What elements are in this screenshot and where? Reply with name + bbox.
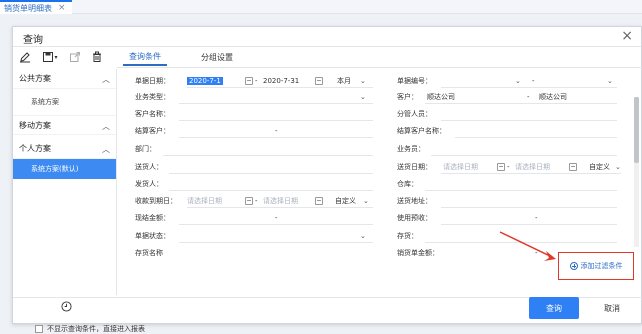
filter-row-delivery-date: 送货日期： 请选择日期 - 请选择日期 自定义 ⌄: [397, 159, 623, 175]
filter-row-manager: 分管人员：: [397, 106, 623, 122]
close-icon[interactable]: ×: [621, 28, 633, 44]
add-filter-label: 添加过滤条件: [580, 262, 623, 270]
chevron-down-icon[interactable]: ⌄: [607, 77, 613, 85]
date-from-input[interactable]: 2020-7-1: [187, 77, 223, 85]
dialog-title: 查询: [23, 35, 43, 46]
plus-circle-icon: [569, 262, 578, 270]
scheme-toolbar: ▾: [17, 49, 105, 65]
save-icon[interactable]: ▾: [39, 49, 61, 65]
filter-row-inventory: 存货：: [397, 228, 623, 244]
filter-row-warehouse: 仓库：: [397, 176, 623, 192]
calendar-icon[interactable]: [569, 163, 577, 171]
filter-row-shipper: 发货人：: [135, 176, 375, 192]
tab-sales-detail[interactable]: 销货单明细表 ×: [0, 0, 72, 14]
sidebar-group-public[interactable]: 公共方案 ︿: [13, 69, 116, 89]
filter-row-deliverer: 送货人：: [135, 159, 375, 175]
edit-icon[interactable]: [17, 49, 33, 65]
add-filter-condition-button[interactable]: 添加过滤条件: [558, 252, 634, 280]
filter-row-salesperson: 业务员：: [397, 141, 623, 157]
period-select[interactable]: 本月: [337, 76, 351, 86]
query-dialog: 查询 × ▾ 公共方案 ︿ 系统方案 移动方案 ︿ 个人方案 ︿ 系统方案(默认…: [12, 26, 642, 333]
sidebar-item-system-scheme-default[interactable]: 系统方案(默认): [13, 159, 116, 179]
filter-row-settle-customer: 结算客户： -: [135, 123, 375, 139]
chevron-up-icon[interactable]: ︿: [102, 121, 110, 132]
calendar-icon[interactable]: [497, 163, 505, 171]
chevron-down-icon[interactable]: ⌄: [515, 77, 521, 85]
query-button[interactable]: 查询: [529, 297, 579, 319]
customer-to-input[interactable]: 顺达公司: [539, 92, 567, 102]
form-scrollbar[interactable]: [634, 97, 639, 247]
chevron-down-icon[interactable]: ⌄: [360, 232, 366, 240]
tab-query-conditions[interactable]: 查询条件: [123, 49, 167, 66]
sidebar-group-personal[interactable]: 个人方案 ︿: [13, 139, 116, 159]
filter-row-cash-amount: 现结金额： -: [135, 210, 375, 226]
sidebar-item-system-scheme[interactable]: 系统方案: [13, 89, 116, 115]
date-to-input[interactable]: 请选择日期: [515, 162, 550, 172]
chevron-down-icon[interactable]: ⌄: [363, 197, 369, 205]
skip-conditions-checkbox[interactable]: 不显示查询条件，直接进入报表: [35, 324, 145, 334]
date-to-input[interactable]: 请选择日期: [263, 196, 298, 206]
condition-tabs: 查询条件 分组设置: [123, 49, 239, 66]
chevron-down-icon[interactable]: ⌄: [615, 163, 621, 171]
sidebar-group-mobile[interactable]: 移动方案 ︿: [13, 115, 116, 135]
filter-row-customer-name: 客户名称：: [135, 106, 375, 122]
filter-row-inventory-name: 存货名称: [135, 249, 163, 257]
tab-group-settings[interactable]: 分组设置: [195, 50, 239, 65]
date-to-input[interactable]: 2020-7-31: [263, 77, 299, 85]
calendar-icon[interactable]: [245, 197, 253, 205]
chevron-up-icon[interactable]: ︿: [102, 144, 110, 155]
filter-row-document-number: 单据编号： ⌄ - ⌄: [397, 73, 623, 89]
date-from-input[interactable]: 请选择日期: [187, 196, 222, 206]
calendar-icon[interactable]: [315, 77, 323, 85]
divider: [117, 67, 642, 68]
export-icon[interactable]: [67, 49, 83, 65]
chevron-down-icon[interactable]: ⌄: [360, 77, 366, 85]
chevron-down-icon[interactable]: ⌄: [360, 93, 366, 101]
filter-row-department: 部门：: [135, 141, 375, 157]
history-icon[interactable]: [61, 301, 72, 312]
filter-row-use-prepayment: 使用预收： -: [397, 210, 623, 226]
tab-label: 销货单明细表: [4, 3, 52, 13]
filter-row-document-status: 单据状态： ⌄: [135, 228, 375, 244]
filter-row-business-type: 业务类型： ⌄: [135, 89, 375, 105]
filter-row-customer: 客户： 顺达公司 - 顺达公司: [397, 89, 623, 105]
delete-icon[interactable]: [89, 49, 105, 65]
cancel-button[interactable]: 取消: [590, 297, 634, 319]
divider: [13, 46, 641, 47]
calendar-icon[interactable]: [315, 197, 323, 205]
checkbox-label: 不显示查询条件，直接进入报表: [47, 325, 145, 333]
period-select[interactable]: 自定义: [589, 162, 610, 172]
date-from-input[interactable]: 请选择日期: [443, 162, 478, 172]
scheme-sidebar: 公共方案 ︿ 系统方案 移动方案 ︿ 个人方案 ︿ 系统方案(默认): [13, 69, 117, 312]
calendar-icon[interactable]: [245, 77, 253, 85]
filter-row-delivery-address: 送货地址：: [397, 193, 623, 209]
filter-row-receipt-due-date: 收款到期日： 请选择日期 - 请选择日期 自定义 ⌄: [135, 193, 375, 209]
query-form: 单据日期： 2020-7-1 - 2020-7-31 本月 ⌄ 业务类型： ⌄ …: [119, 73, 633, 285]
filter-row-document-date: 单据日期： 2020-7-1 - 2020-7-31 本月 ⌄: [135, 73, 375, 89]
close-icon[interactable]: ×: [58, 3, 66, 13]
chevron-up-icon[interactable]: ︿: [102, 74, 110, 85]
filter-row-settle-customer-name: 结算客户名称：: [397, 123, 623, 139]
customer-from-input[interactable]: 顺达公司: [427, 92, 455, 102]
document-tab-bar: 销货单明细表 ×: [0, 0, 642, 14]
period-select[interactable]: 自定义: [335, 196, 356, 206]
scrollbar-thumb[interactable]: [634, 97, 639, 163]
checkbox-box[interactable]: [35, 325, 43, 333]
